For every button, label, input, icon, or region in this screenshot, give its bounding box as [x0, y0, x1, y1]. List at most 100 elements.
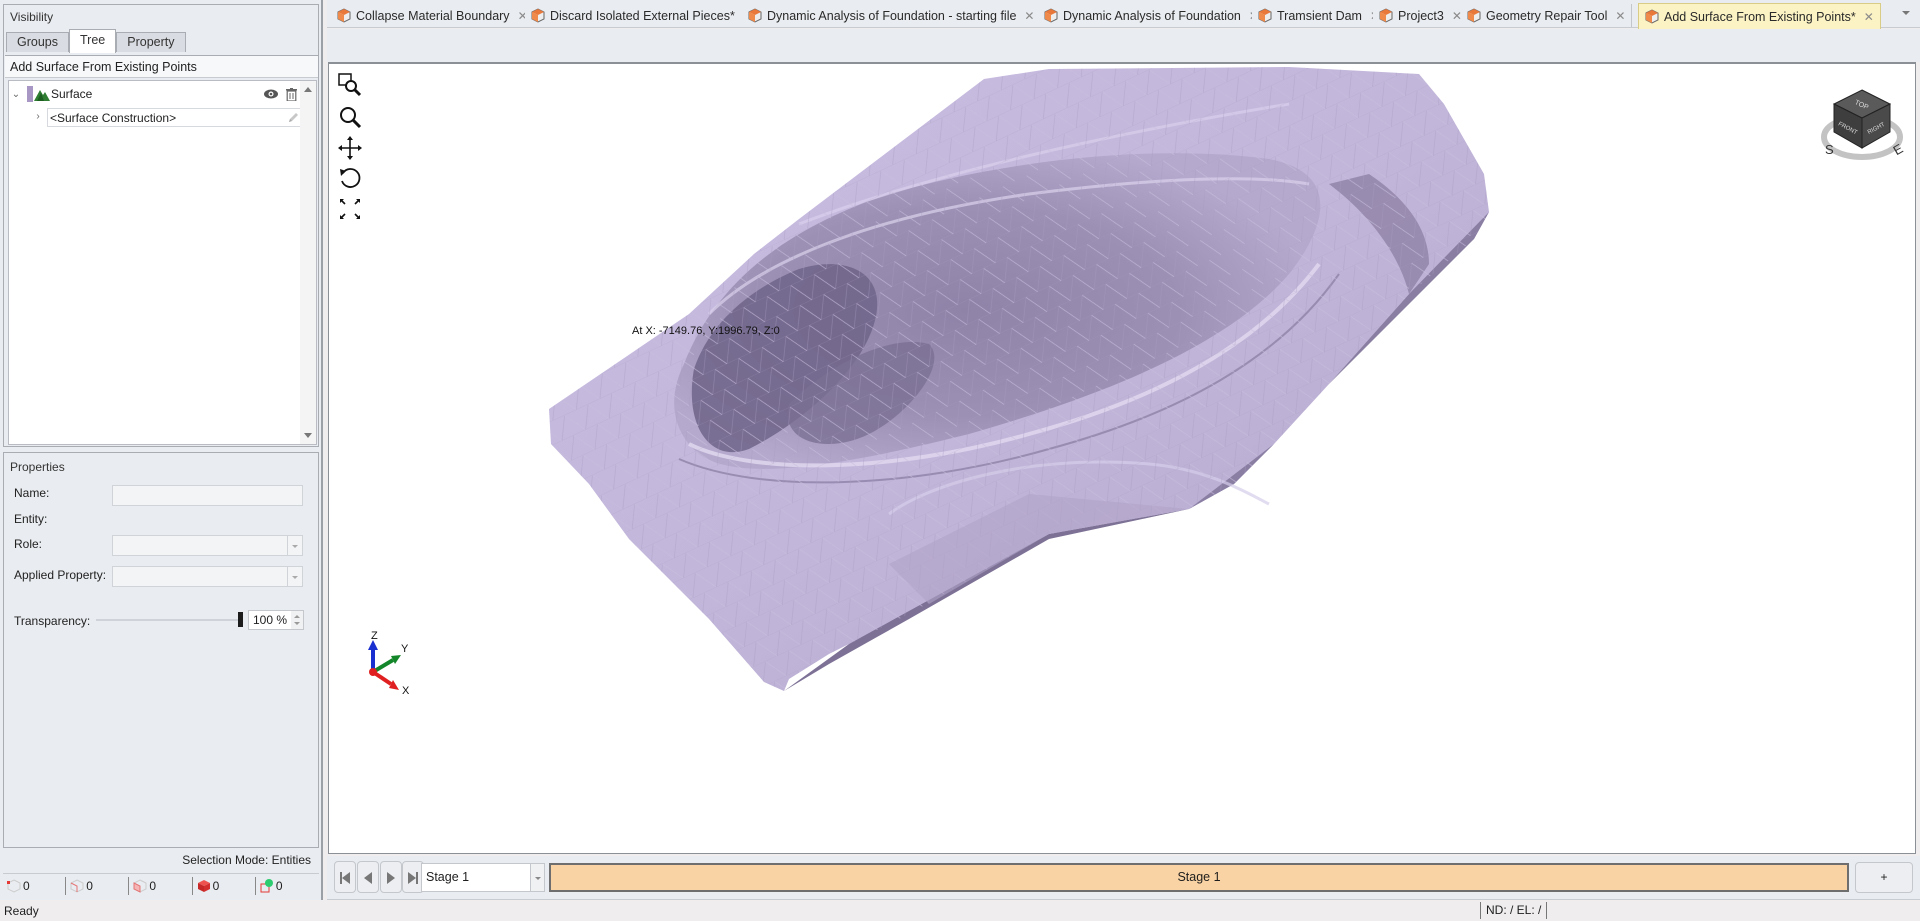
tab-groups[interactable]: Groups [6, 32, 69, 52]
close-icon[interactable]: ✕ [1024, 9, 1034, 23]
compass-east-label[interactable]: E [1891, 141, 1906, 158]
compass-south-label[interactable]: S [1825, 142, 1834, 157]
stage-bar: Stage 1 Stage 1 + [327, 856, 1920, 900]
edge-icon [70, 878, 84, 893]
chevron-down-icon[interactable] [287, 536, 302, 555]
chevron-down-icon[interactable]: ⌄ [9, 89, 23, 100]
doc-tab-active[interactable]: Add Surface From Existing Points* ✕ [1638, 3, 1881, 29]
solid-icon [197, 879, 210, 892]
applied-property-label: Applied Property: [14, 568, 107, 582]
next-icon [387, 872, 395, 884]
transparency-slider-thumb[interactable] [238, 612, 243, 627]
vertex-counter[interactable]: 0 [3, 876, 67, 895]
doc-tab-label: Project3 [1398, 8, 1444, 23]
chevron-right-icon[interactable]: › [31, 111, 45, 122]
visibility-title: Visibility [10, 10, 54, 24]
doc-tab-label: Dynamic Analysis of Foundation - startin… [767, 8, 1017, 23]
stage-tab[interactable]: Stage 1 [549, 863, 1849, 892]
tree-scrollbar[interactable] [300, 81, 316, 444]
doc-tab-label: Dynamic Analysis of Foundation [1063, 8, 1241, 23]
transparency-input[interactable]: 100 % [248, 610, 292, 630]
first-icon [340, 872, 350, 884]
chevron-down-icon[interactable] [287, 567, 302, 586]
mesh-triangulation [549, 67, 1489, 691]
stage-select[interactable]: Stage 1 [421, 863, 544, 892]
applied-property-dropdown[interactable] [112, 566, 303, 587]
z-axis-label: Z [371, 630, 378, 642]
add-stage-button[interactable]: + [1855, 862, 1913, 893]
solid-counter[interactable]: 0 [193, 876, 256, 895]
model-icon [1258, 8, 1272, 23]
zoom-window-icon[interactable] [337, 72, 363, 98]
view-cube[interactable]: TOP FRONT RIGHT S E [1812, 82, 1912, 172]
surface-mountain-icon [34, 90, 50, 101]
vertex-count: 0 [23, 878, 30, 893]
doc-tab[interactable]: Geometry Repair Tool ✕ [1461, 4, 1633, 27]
node-element-readout: ND: / EL: / [1480, 902, 1548, 919]
pencil-icon[interactable] [287, 112, 299, 124]
role-dropdown[interactable] [112, 535, 303, 556]
left-panel: Visibility Groups Tree Property Add Surf… [0, 0, 323, 900]
entity-tree: ⌄ Surface › <Surface Construction> [8, 80, 317, 445]
role-label: Role: [14, 537, 43, 551]
visibility-panel: Visibility Groups Tree Property Add Surf… [3, 4, 319, 447]
model-icon [1379, 8, 1393, 23]
vertex-icon [7, 878, 21, 893]
scroll-up-icon[interactable] [304, 87, 312, 92]
surface-color-swatch [27, 86, 33, 102]
tab-overflow-icon[interactable] [1902, 11, 1910, 15]
first-stage-button[interactable] [334, 861, 356, 893]
axis-origin [369, 668, 377, 676]
previous-stage-button[interactable] [357, 861, 379, 893]
model-icon [1044, 8, 1058, 23]
transparency-spinner[interactable] [291, 610, 304, 630]
trash-icon[interactable] [286, 87, 297, 101]
properties-panel: Properties Name: Entity: Role: Applied P… [3, 452, 319, 848]
doc-tab[interactable]: Discard Isolated External Pieces*✕ [525, 4, 760, 27]
doc-tab-label: Tramsient Dam [1277, 8, 1362, 23]
tab-tree[interactable]: Tree [69, 29, 117, 53]
point-counter[interactable]: 0 [256, 877, 319, 895]
next-stage-button[interactable] [380, 861, 402, 893]
document-tab-bar: Collapse Material Boundary ✕ Discard Isol… [327, 0, 1920, 29]
doc-tab[interactable]: Dynamic Analysis of Foundation - startin… [742, 4, 1042, 27]
transparency-label: Transparency: [14, 614, 91, 628]
axis-triad: Z Y X [368, 630, 410, 697]
zoom-extents-icon[interactable] [337, 196, 363, 222]
face-counter[interactable]: 0 [129, 876, 193, 895]
scroll-down-icon[interactable] [304, 433, 312, 438]
status-bar: Ready ND: / EL: / [0, 900, 1920, 921]
model-icon [1467, 8, 1481, 23]
zoom-icon[interactable] [337, 104, 363, 130]
transparency-slider[interactable] [96, 619, 241, 621]
doc-tab[interactable]: Tramsient Dam✕ [1252, 4, 1388, 27]
tree-item-surface[interactable]: ⌄ Surface [9, 83, 301, 105]
doc-tab[interactable]: Project3 ✕ [1373, 4, 1469, 27]
surface-mesh[interactable] [329, 64, 1916, 854]
doc-tab-label: Geometry Repair Tool [1486, 8, 1608, 23]
coordinate-readout: At X: -7149.76, Y:1996.79, Z:0 [632, 325, 780, 337]
tree-item-surface-construction[interactable]: <Surface Construction> [47, 108, 303, 127]
pan-icon[interactable] [337, 135, 363, 161]
point-icon [260, 878, 273, 892]
rotate-icon[interactable] [337, 165, 363, 191]
doc-tab[interactable]: Dynamic Analysis of Foundation✕ [1038, 4, 1266, 27]
close-icon[interactable]: ✕ [1615, 9, 1625, 23]
3d-viewport[interactable]: At X: -7149.76, Y:1996.79, Z:0 TOP FRONT… [328, 62, 1916, 854]
point-count: 0 [275, 878, 283, 893]
chevron-down-icon[interactable] [530, 863, 545, 892]
tab-property[interactable]: Property [116, 32, 186, 52]
selection-counters: 0 0 0 0 0 [3, 873, 319, 897]
entity-label: Entity: [14, 512, 48, 526]
last-icon [408, 872, 418, 884]
tree-item-label: <Surface Construction> [50, 110, 177, 125]
close-icon[interactable]: ✕ [1864, 10, 1874, 24]
doc-tab[interactable]: Collapse Material Boundary ✕ [331, 4, 535, 27]
model-icon [337, 8, 351, 23]
properties-title: Properties [10, 460, 65, 474]
eye-icon[interactable] [264, 89, 278, 99]
solid-count: 0 [212, 878, 220, 893]
name-field[interactable] [112, 485, 303, 506]
edge-counter[interactable]: 0 [66, 876, 130, 895]
tree-item-label: Surface [51, 87, 93, 101]
